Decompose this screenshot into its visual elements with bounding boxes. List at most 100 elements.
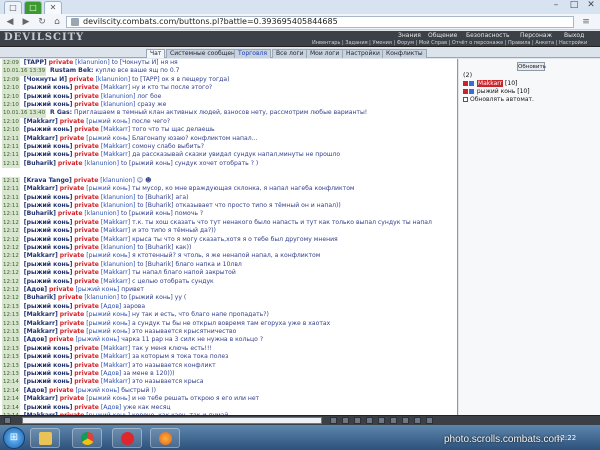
message-target[interactable]: [Makkarr] bbox=[101, 219, 130, 226]
message-sender[interactable]: [Makkarr] bbox=[24, 118, 58, 125]
message-sender[interactable]: [рыжий конь] bbox=[24, 84, 73, 91]
tab-chat[interactable]: Чат bbox=[146, 49, 166, 58]
message-target[interactable]: [klanunion] bbox=[101, 202, 136, 209]
message-sender[interactable]: [рыжий конь] bbox=[24, 151, 73, 158]
message-target[interactable]: [klanunion] bbox=[84, 210, 119, 217]
message-target[interactable]: [рыжий конь] bbox=[86, 118, 130, 125]
tab-conflicts[interactable]: Конфликты bbox=[382, 49, 427, 58]
message-time[interactable]: 12:10 bbox=[2, 84, 20, 93]
menu-security[interactable]: Безопасность bbox=[466, 32, 510, 39]
message-time[interactable]: 12:11 bbox=[2, 143, 20, 152]
message-time[interactable]: 10.01.16 13:39 bbox=[2, 67, 47, 76]
taskbar-opera[interactable] bbox=[112, 428, 142, 448]
message-sender[interactable]: [Makkarr] bbox=[24, 135, 58, 142]
message-time[interactable]: 12:14 bbox=[2, 378, 20, 387]
message-target[interactable]: [Makkarr] bbox=[101, 143, 130, 150]
message-target[interactable]: [Makkarr] bbox=[101, 378, 130, 385]
message-sender[interactable]: [рыжий конь] bbox=[24, 143, 73, 150]
sound-icon[interactable] bbox=[378, 417, 385, 424]
message-sender[interactable]: [Адов] bbox=[24, 286, 47, 293]
message-target[interactable]: [klanunion] bbox=[75, 59, 110, 66]
message-sender[interactable]: [рыжий конь] bbox=[24, 202, 73, 209]
message-sender[interactable]: [рыжий конь] bbox=[24, 236, 73, 243]
message-sender[interactable]: [Buharik] bbox=[24, 294, 56, 301]
message-time[interactable]: 12:13 bbox=[2, 302, 20, 312]
message-target[interactable]: [рыжий конь] bbox=[86, 252, 130, 259]
taskbar-explorer[interactable] bbox=[30, 428, 60, 448]
menu-icon[interactable]: ≡ bbox=[580, 16, 592, 28]
message-sender[interactable]: [Чокнуты Й] bbox=[24, 76, 67, 83]
message-sender[interactable]: [Makkarr] bbox=[24, 311, 58, 318]
message-time[interactable]: 12:10 bbox=[2, 117, 20, 127]
message-sender[interactable]: [рыжий конь] bbox=[24, 194, 73, 201]
message-target[interactable]: [Makkarr] bbox=[101, 227, 130, 234]
message-target[interactable]: [klanunion] bbox=[84, 160, 119, 167]
message-sender[interactable]: [рыжий конь] bbox=[24, 93, 73, 100]
message-sender[interactable]: [рыжий конь] bbox=[24, 126, 73, 133]
message-time[interactable]: 12:11 bbox=[2, 134, 20, 144]
message-target[interactable]: [рыжий конь] bbox=[76, 387, 120, 394]
checkbox-icon[interactable] bbox=[463, 97, 468, 102]
refresh-button[interactable]: Обновить bbox=[517, 62, 546, 71]
home-icon[interactable]: ⌂ bbox=[51, 16, 63, 28]
message-sender[interactable]: Rustam Bek: bbox=[50, 67, 93, 74]
message-sender[interactable]: [рыжий конь] bbox=[24, 404, 73, 411]
message-target[interactable]: [klanunion] bbox=[101, 194, 136, 201]
auto-refresh-toggle[interactable]: Обновлять автомат. bbox=[463, 96, 534, 103]
message-sender[interactable]: [рыжий конь] bbox=[24, 101, 73, 108]
scroll-icon[interactable] bbox=[414, 417, 421, 424]
message-target[interactable]: [klanunion] bbox=[96, 76, 131, 83]
filter-icon[interactable] bbox=[366, 417, 373, 424]
message-time[interactable]: 12:12 bbox=[2, 243, 20, 253]
message-target[interactable]: [klanunion] bbox=[101, 244, 136, 251]
message-target[interactable]: [Makkarr] bbox=[101, 362, 130, 369]
minimize-icon[interactable]: – bbox=[548, 0, 564, 12]
sub-menu[interactable]: Инвентарь | Задания | Умения | Форум | М… bbox=[312, 40, 587, 46]
message-target[interactable]: [рыжий конь] bbox=[76, 336, 120, 343]
start-button[interactable]: ⊞ bbox=[3, 427, 25, 449]
browser-tab-1[interactable]: □ bbox=[4, 1, 22, 14]
message-sender[interactable]: [рыжий конь] bbox=[24, 370, 73, 377]
user-row[interactable]: рыжий конь [10] bbox=[463, 88, 530, 96]
message-target[interactable]: [рыжий конь] bbox=[86, 311, 130, 318]
message-target[interactable]: [рыжий конь] bbox=[86, 328, 130, 335]
taskbar-chrome[interactable] bbox=[72, 428, 102, 448]
message-sender[interactable]: [рыжий конь] bbox=[24, 244, 73, 251]
user-name[interactable]: рыжий конь bbox=[477, 88, 515, 95]
menu-communication[interactable]: Общение bbox=[428, 32, 457, 39]
message-time[interactable]: 12:12 bbox=[2, 285, 20, 295]
message-target[interactable]: [klanunion] bbox=[100, 177, 135, 184]
message-time[interactable]: 12:11 bbox=[2, 185, 20, 194]
message-time[interactable]: 12:12 bbox=[2, 235, 20, 244]
message-time[interactable]: 12:12 bbox=[2, 294, 20, 303]
menu-knowledge[interactable]: Знания bbox=[398, 32, 421, 39]
tab-trade[interactable]: Торговля bbox=[234, 49, 271, 58]
message-time[interactable]: 12:14 bbox=[2, 403, 20, 413]
tab-my-logs[interactable]: Мои логи bbox=[306, 49, 344, 58]
message-target[interactable]: [Makkarr] bbox=[101, 84, 130, 91]
message-time[interactable]: 12:13 bbox=[2, 370, 20, 379]
maximize-icon[interactable]: □ bbox=[566, 0, 582, 12]
close-window-icon[interactable]: ✕ bbox=[583, 0, 599, 12]
message-target[interactable]: [Makkarr] bbox=[101, 236, 130, 243]
reload-icon[interactable]: ↻ bbox=[36, 16, 48, 28]
message-sender[interactable]: [рыжий конь] bbox=[24, 261, 73, 268]
message-sender[interactable]: R Gas: bbox=[50, 109, 72, 116]
translit-icon[interactable] bbox=[354, 417, 361, 424]
tab-all-logs[interactable]: Все логи bbox=[272, 49, 308, 58]
message-sender[interactable]: [Buharik] bbox=[24, 160, 56, 167]
message-target[interactable]: [Адов] bbox=[101, 303, 121, 310]
message-target[interactable]: [Makkarr] bbox=[101, 278, 130, 285]
menu-exit[interactable]: Выход bbox=[564, 32, 584, 39]
message-sender[interactable]: [Адов] bbox=[24, 336, 47, 343]
message-time[interactable]: 12:10 bbox=[2, 126, 20, 135]
message-time[interactable]: 12:11 bbox=[2, 193, 20, 202]
user-row[interactable]: Makkarr [10] bbox=[463, 80, 530, 88]
message-sender[interactable]: [Buharik] bbox=[24, 210, 56, 217]
message-time[interactable]: 12:12 bbox=[2, 277, 20, 286]
taskbar-firefox[interactable] bbox=[150, 428, 180, 448]
message-time[interactable]: 12:09 bbox=[2, 75, 20, 85]
message-target[interactable]: [Makkarr] bbox=[101, 151, 130, 158]
message-time[interactable]: 12:11 bbox=[2, 151, 20, 160]
message-time[interactable]: 12:10 bbox=[2, 101, 20, 110]
